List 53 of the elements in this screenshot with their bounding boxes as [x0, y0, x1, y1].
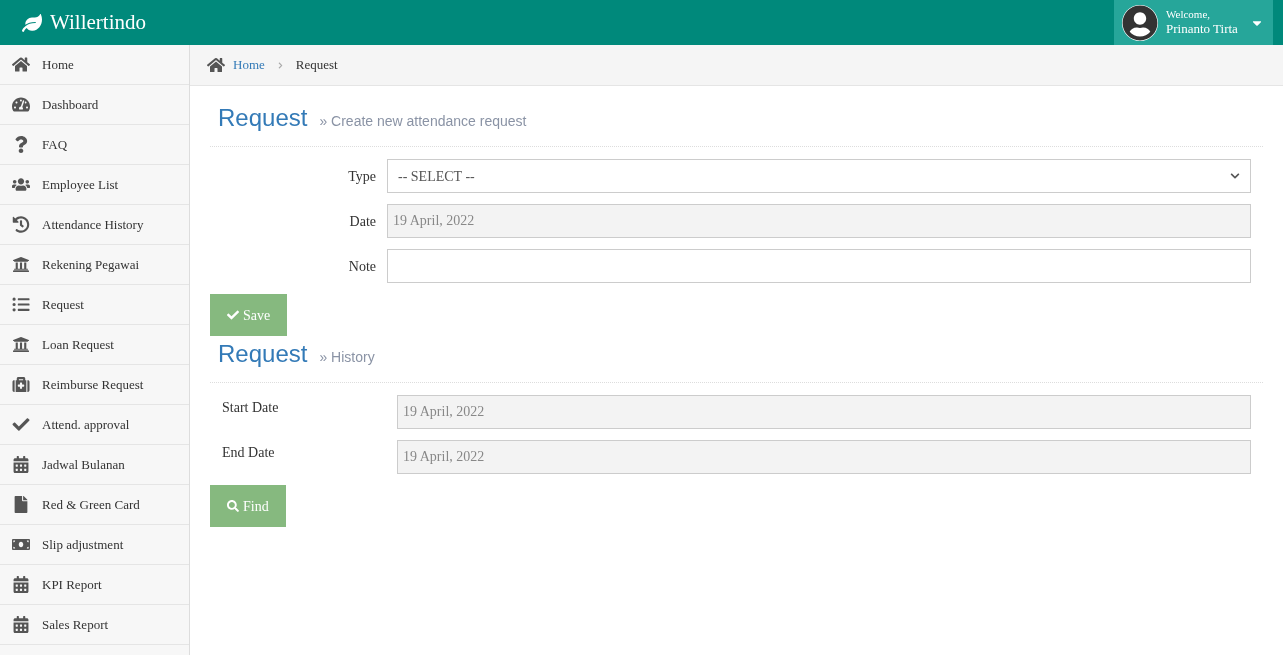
medical-kit-icon — [12, 376, 30, 393]
section-title: Request — [218, 339, 308, 369]
history-icon — [12, 216, 30, 233]
field-label: Start Date — [221, 399, 280, 417]
section-subtitle: » Create new attendance request — [319, 112, 527, 131]
field-label: Type — [347, 167, 377, 186]
avatar-icon — [1122, 4, 1158, 41]
input-field[interactable] — [387, 249, 1251, 283]
calendar-icon — [12, 456, 30, 473]
chevron-icon — [276, 61, 284, 69]
house-icon — [207, 57, 225, 73]
field-label: Note — [347, 257, 377, 276]
checkmark-icon — [227, 309, 239, 321]
chevron-icon — [1230, 171, 1240, 181]
document-icon — [12, 496, 30, 513]
sidebar-item[interactable]: KPI Report — [0, 565, 189, 605]
sidebar-item[interactable]: Jadwal Bulanan — [0, 445, 189, 485]
calendar-icon — [12, 576, 30, 593]
people-icon — [12, 176, 30, 193]
checkmark-icon — [12, 416, 30, 433]
bank-icon — [12, 256, 30, 273]
sidebar-item[interactable]: Reimburse Request — [0, 365, 189, 405]
sidebar-item[interactable]: Employee List — [0, 165, 189, 205]
sidebar-item[interactable]: Attendance History — [0, 205, 189, 245]
sidebar-item[interactable]: Sales Report — [0, 605, 189, 645]
sidebar-item[interactable]: Slip adjustment — [0, 525, 189, 565]
user-name: Prinanto Tirta — [1166, 21, 1238, 38]
select-field[interactable]: -- SELECT -- — [387, 159, 1251, 193]
gauge-icon — [12, 96, 30, 113]
banknote-icon — [12, 536, 30, 553]
section-title: Request — [218, 103, 308, 133]
sidebar-item[interactable]: Rekening Pegawai — [0, 245, 189, 285]
sidebar-item[interactable]: FAQ — [0, 125, 189, 165]
sidebar-item[interactable]: Home — [0, 45, 189, 85]
sidebar-item[interactable]: Loan Request — [0, 325, 189, 365]
breadcrumb-current: Request — [295, 56, 338, 75]
brand-name: Willertindo — [50, 8, 146, 36]
search-icon — [227, 500, 239, 512]
section-subtitle: » History — [319, 348, 375, 367]
list-icon — [12, 296, 30, 313]
question-mark-icon — [12, 136, 30, 153]
sidebar-item[interactable]: Dashboard — [0, 85, 189, 125]
sidebar-item[interactable]: Request — [0, 285, 189, 325]
welcome-text: Welcome, — [1166, 7, 1210, 22]
sidebar-item[interactable]: Attend. approval — [0, 405, 189, 445]
sidebar-item[interactable]: Red & Green Card — [0, 485, 189, 525]
calendar-icon — [12, 616, 30, 633]
house-icon — [12, 56, 30, 73]
bank-icon — [12, 336, 30, 353]
leaf-icon — [22, 13, 42, 32]
field-label: Date — [348, 212, 377, 231]
field-label: End Date — [221, 444, 276, 462]
breadcrumb-link[interactable]: Home — [233, 55, 265, 75]
